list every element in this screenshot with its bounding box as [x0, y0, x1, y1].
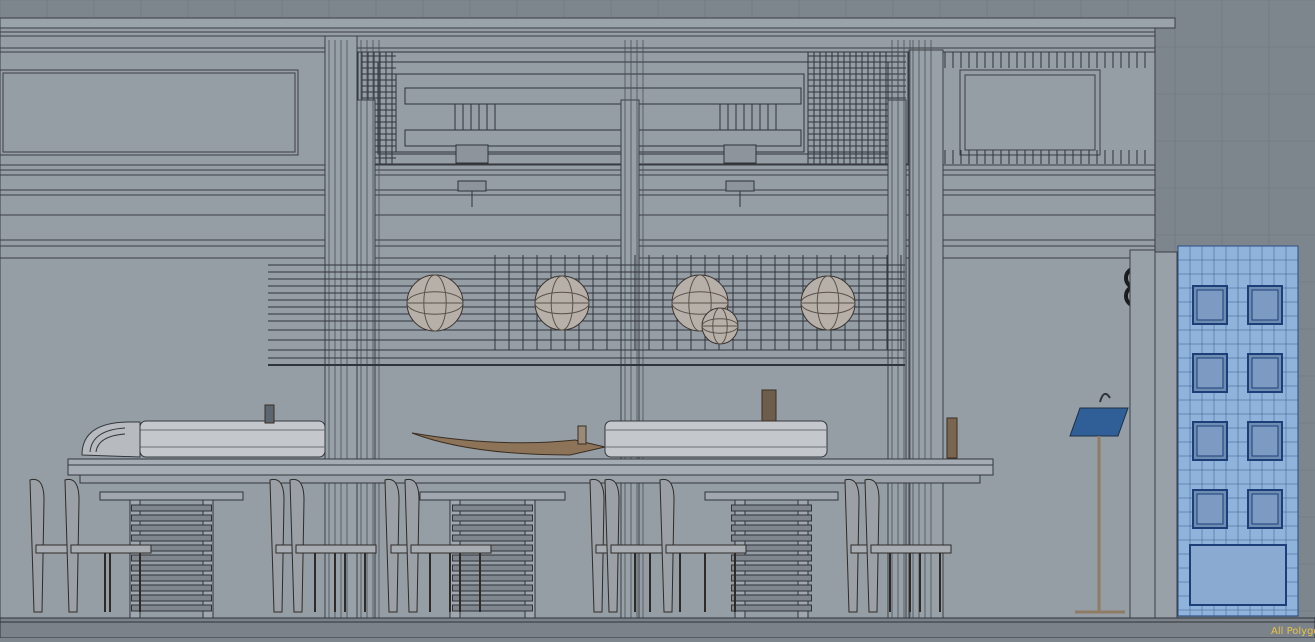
table-base-slat [131, 504, 212, 512]
table-base-slat [731, 574, 812, 582]
table-base-slat [131, 594, 212, 602]
door-glass-inner [1196, 289, 1224, 321]
table-base-slat [452, 514, 533, 522]
pendant-sphere [701, 307, 739, 345]
table-base-slat [452, 534, 533, 542]
table-base-slat [452, 564, 533, 572]
table-base-slat [731, 514, 812, 522]
table-base-slat [131, 524, 212, 532]
table-base-slat [452, 584, 533, 592]
viewport-status-label: All Polygons [1271, 626, 1315, 637]
chair-seat [410, 544, 492, 554]
door-glass-inner [1251, 357, 1279, 389]
table-base-slat [131, 534, 212, 542]
table-base-slat [131, 574, 212, 582]
door-glass-inner [1196, 357, 1224, 389]
chair-seat [295, 544, 377, 554]
table-base-slat [131, 584, 212, 592]
pendant-sphere [534, 275, 590, 331]
table-base-slat [731, 534, 812, 542]
3d-viewport[interactable]: All Polygons [0, 0, 1315, 639]
table-base-slat [452, 524, 533, 532]
pendant-sphere [800, 275, 856, 331]
door-glass-inner [1251, 289, 1279, 321]
ceiling-fixture [455, 144, 489, 164]
chair-seat [665, 544, 747, 554]
ceiling-fixture [457, 180, 487, 192]
side-column [1129, 249, 1178, 619]
table-base-slat [731, 594, 812, 602]
table-top [99, 491, 244, 501]
table-base-slat [731, 554, 812, 562]
table-base-slat [131, 604, 212, 612]
pendant-sphere [406, 274, 464, 332]
wireframe-scene [0, 0, 1315, 639]
table-base-slat [731, 604, 812, 612]
floor [0, 617, 1315, 639]
table-base-slat [452, 554, 533, 562]
table-base-slat [131, 554, 212, 562]
door-glass-inner [1196, 493, 1224, 525]
table-base-slat [452, 504, 533, 512]
ceiling-fixture [725, 180, 755, 192]
door-glass-inner [1251, 425, 1279, 457]
table-base-slat [452, 604, 533, 612]
table-base-slat [452, 574, 533, 582]
table-base-slat [131, 514, 212, 522]
table-base-slat [731, 504, 812, 512]
table-top [419, 491, 566, 501]
table-base-slat [731, 524, 812, 532]
table-base-slat [731, 584, 812, 592]
ceiling-fixture [723, 144, 757, 164]
door-kick-panel [1189, 544, 1287, 606]
table-base-slat [131, 564, 212, 572]
door-glass-inner [1196, 425, 1224, 457]
door-glass-inner [1251, 493, 1279, 525]
table-base-slat [452, 594, 533, 602]
selected-door-panel[interactable] [1177, 245, 1299, 617]
chair-seat [70, 544, 152, 554]
table-top [704, 491, 839, 501]
table-base-slat [731, 564, 812, 572]
counter [67, 458, 994, 484]
chair-seat [870, 544, 952, 554]
